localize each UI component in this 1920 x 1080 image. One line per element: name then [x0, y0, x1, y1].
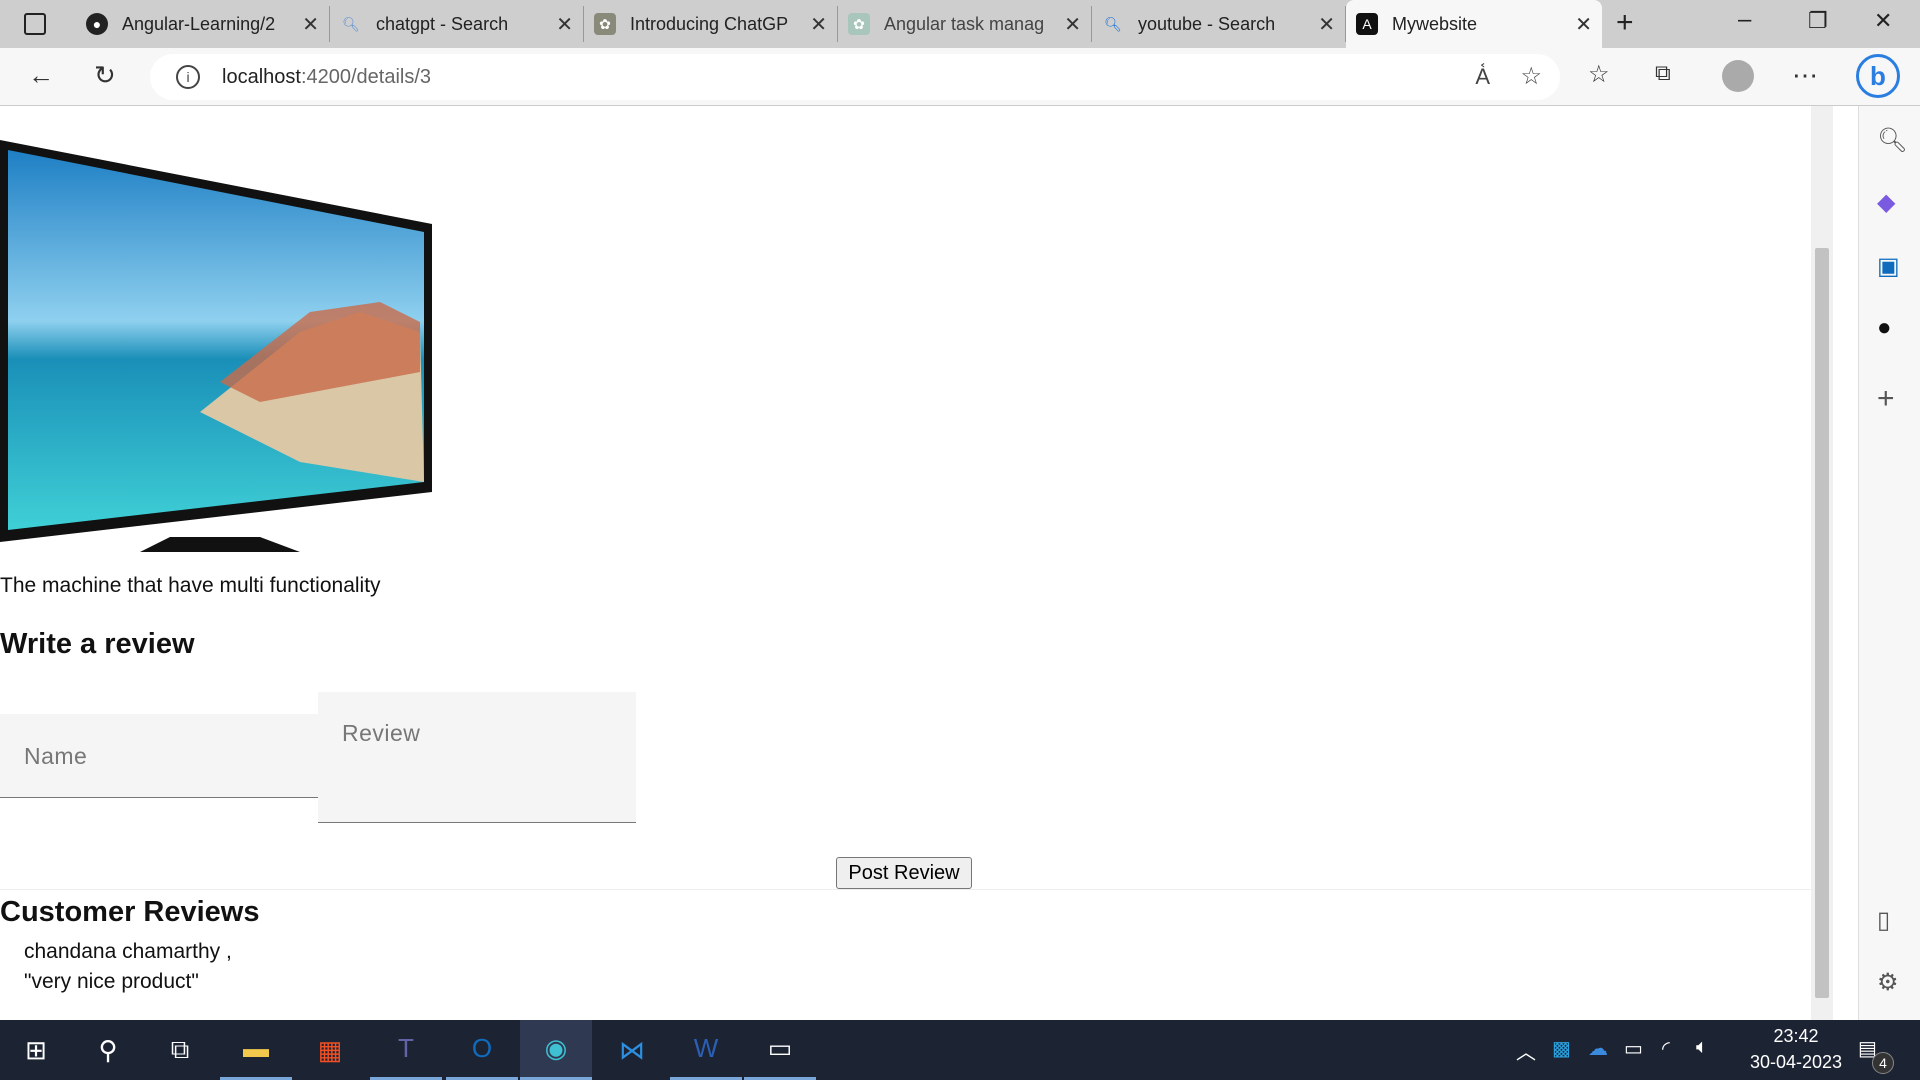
- tab-bar: ● Angular-Learning/2 ✕ 🔍︎ chatgpt - Search ✕…: [0, 0, 1920, 48]
- close-tab-icon[interactable]: ✕: [1318, 12, 1335, 37]
- scrollbar-thumb[interactable]: [1815, 248, 1829, 998]
- clock-time[interactable]: 23:42: [1756, 1026, 1836, 1047]
- tab-actions-icon[interactable]: [24, 13, 46, 35]
- github-icon: ●: [86, 13, 108, 35]
- read-aloud-icon[interactable]: A᷾: [1475, 64, 1490, 90]
- new-tab-button[interactable]: +: [1616, 6, 1634, 40]
- close-tab-icon[interactable]: ✕: [810, 12, 827, 37]
- close-tab-icon[interactable]: ✕: [1575, 12, 1592, 37]
- review-text: "very nice product": [24, 970, 199, 993]
- close-tab-icon[interactable]: ✕: [302, 12, 319, 37]
- restore-button[interactable]: ❐: [1808, 8, 1828, 34]
- taskbar: ⊞ ⚲ ⧉ ▬ ▦ T O ◉ ⋈ W ▭ ︿ ▩ ☁ ▭ ◜ 🔈︎ 23:42…: [0, 1020, 1920, 1080]
- start-button[interactable]: ⊞: [0, 1020, 72, 1080]
- sidebar-toggle-icon[interactable]: ▯: [1877, 906, 1890, 935]
- customer-reviews-heading: Customer Reviews: [0, 896, 260, 928]
- terminal-icon[interactable]: ▭: [744, 1020, 816, 1080]
- show-hidden-icons[interactable]: ︿: [1516, 1036, 1536, 1065]
- name-input[interactable]: Name: [0, 714, 318, 798]
- close-window-button[interactable]: ✕: [1874, 8, 1892, 34]
- search-icon[interactable]: 🔍︎: [1877, 126, 1907, 155]
- settings-icon[interactable]: ⚙: [1877, 968, 1899, 997]
- favorites-icon[interactable]: ☆: [1588, 60, 1610, 89]
- review-textarea[interactable]: Review: [318, 692, 636, 823]
- tab-angular-learning[interactable]: ● Angular-Learning/2 ✕: [76, 6, 330, 42]
- tab-chatgpt-search[interactable]: 🔍︎ chatgpt - Search ✕: [330, 6, 584, 42]
- address-toolbar: ← ↻ i localhost:4200/details/3 A᷾ ☆ ☆ ⧉ …: [0, 48, 1920, 106]
- tab-introducing-chatgpt[interactable]: ✿ Introducing ChatGP ✕: [584, 6, 838, 42]
- task-view-icon[interactable]: ⧉: [144, 1020, 216, 1080]
- vscode-icon[interactable]: ⋈: [596, 1020, 668, 1080]
- minimize-button[interactable]: –: [1738, 6, 1751, 34]
- product-image: [0, 140, 432, 552]
- openai-icon: ✿: [848, 13, 870, 35]
- teams-icon[interactable]: T: [370, 1020, 442, 1080]
- write-review-heading: Write a review: [0, 628, 195, 660]
- onedrive-icon[interactable]: ☁: [1588, 1036, 1608, 1061]
- close-tab-icon[interactable]: ✕: [556, 12, 573, 37]
- address-bar[interactable]: i localhost:4200/details/3 A᷾ ☆: [150, 54, 1560, 100]
- bing-icon[interactable]: b: [1856, 54, 1900, 98]
- more-menu-icon[interactable]: ⋯: [1792, 60, 1818, 91]
- word-icon[interactable]: W: [670, 1020, 742, 1080]
- product-description: The machine that have multi functionalit…: [0, 574, 381, 597]
- add-favorite-icon[interactable]: ☆: [1520, 62, 1542, 91]
- app-tray-icon[interactable]: ▩: [1552, 1036, 1571, 1061]
- battery-icon[interactable]: ▭: [1624, 1036, 1643, 1061]
- tv-stand: [140, 537, 300, 552]
- outlook-icon[interactable]: O: [446, 1020, 518, 1080]
- volume-icon[interactable]: 🔈︎: [1696, 1036, 1708, 1059]
- info-icon[interactable]: i: [176, 65, 200, 89]
- search-icon: 🔍︎: [1104, 15, 1122, 32]
- notification-count-badge: 4: [1872, 1052, 1894, 1074]
- search-icon[interactable]: ⚲: [72, 1020, 144, 1080]
- file-explorer-icon[interactable]: ▬: [220, 1020, 292, 1080]
- outlook-icon[interactable]: ▣: [1877, 252, 1900, 281]
- search-icon: 🔍︎: [342, 15, 360, 32]
- store-icon[interactable]: ▦: [294, 1020, 366, 1080]
- divider: [0, 889, 1811, 890]
- tab-mywebsite[interactable]: A Mywebsite ✕: [1346, 0, 1602, 48]
- github-icon[interactable]: ●: [1877, 314, 1892, 342]
- refresh-button[interactable]: ↻: [94, 60, 116, 91]
- tab-angular-task[interactable]: ✿ Angular task manag ✕: [838, 6, 1092, 42]
- post-review-button[interactable]: Post Review: [836, 857, 972, 889]
- back-button[interactable]: ←: [28, 60, 54, 91]
- add-icon[interactable]: +: [1877, 382, 1895, 416]
- reviewer-name: chandana chamarthy ,: [24, 940, 232, 963]
- edge-icon[interactable]: ◉: [520, 1020, 592, 1080]
- shopping-icon[interactable]: ◆: [1877, 188, 1895, 217]
- profile-avatar[interactable]: [1722, 60, 1754, 92]
- wifi-icon[interactable]: ◜: [1662, 1036, 1670, 1061]
- openai-icon: ✿: [594, 13, 616, 35]
- clock-date[interactable]: 30-04-2023: [1736, 1052, 1856, 1073]
- collections-icon[interactable]: ⧉: [1655, 60, 1671, 86]
- close-tab-icon[interactable]: ✕: [1064, 12, 1081, 37]
- tab-youtube-search[interactable]: 🔍︎ youtube - Search ✕: [1092, 6, 1346, 42]
- edge-sidebar: 🔍︎ ◆ ▣ ● + ▯ ⚙: [1858, 106, 1920, 1020]
- scrollbar[interactable]: [1811, 106, 1833, 1020]
- angular-icon: A: [1356, 13, 1378, 35]
